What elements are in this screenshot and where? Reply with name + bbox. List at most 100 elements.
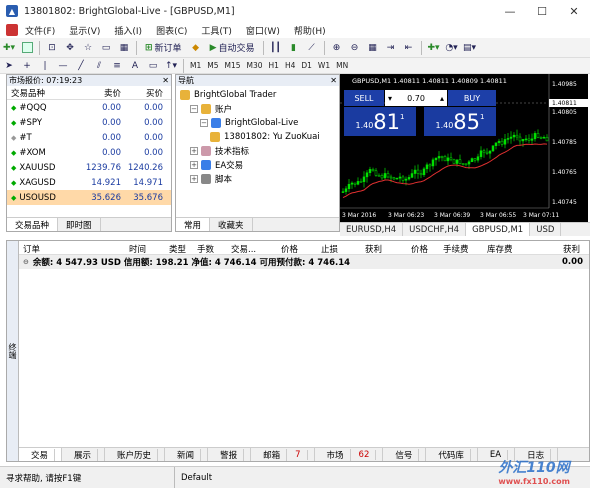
- expand-icon[interactable]: +: [190, 175, 198, 183]
- terminal-tab[interactable]: 展示: [62, 448, 106, 461]
- ask-column-header[interactable]: 买价: [125, 87, 167, 99]
- terminal-icon[interactable]: ▭: [99, 40, 113, 55]
- terminal-tab[interactable]: 警报: [208, 448, 252, 461]
- col-profit[interactable]: 获利: [563, 243, 580, 255]
- timeframe-m1[interactable]: M1: [187, 61, 204, 70]
- collapse-icon[interactable]: −: [190, 105, 198, 113]
- label-tool-icon[interactable]: ▭: [146, 58, 160, 73]
- timeframe-d1[interactable]: D1: [298, 61, 315, 70]
- zoom-in-icon[interactable]: ⊕: [330, 40, 344, 55]
- terminal-tab[interactable]: 交易: [19, 448, 63, 461]
- buy-price-box[interactable]: 1.40 85 1: [424, 107, 496, 136]
- tab-chart-gbpusd[interactable]: GBPUSD,M1: [466, 223, 531, 236]
- symbol-column-header[interactable]: 交易品种: [7, 87, 83, 99]
- terminal-tab[interactable]: 信号: [383, 448, 427, 461]
- list-item[interactable]: ◆ XAGUSD 14.921 14.971: [7, 175, 171, 190]
- indicators-icon[interactable]: ✚▾: [427, 40, 441, 55]
- crosshair-icon[interactable]: +: [20, 58, 34, 73]
- sell-button[interactable]: SELL: [344, 90, 384, 106]
- templates-icon[interactable]: ▤▾: [463, 40, 477, 55]
- sell-price-box[interactable]: 1.40 81 1: [344, 107, 416, 136]
- zoom-out-icon[interactable]: ⊖: [348, 40, 362, 55]
- fibonacci-icon[interactable]: ≡: [110, 58, 124, 73]
- auto-scroll-icon[interactable]: ⇥: [384, 40, 398, 55]
- col-type[interactable]: 类型: [169, 243, 186, 255]
- list-item[interactable]: ◆ #QQQ 0.00 0.00: [7, 100, 171, 115]
- tester-icon[interactable]: ▦: [117, 40, 131, 55]
- expand-icon[interactable]: +: [190, 147, 198, 155]
- terminal-tab[interactable]: 账户历史: [105, 448, 166, 461]
- collapse-icon[interactable]: −: [200, 119, 208, 127]
- price-chart[interactable]: GBPUSD,M1 1.40811 1.40811 1.40809 1.4081…: [340, 74, 588, 222]
- expand-icon[interactable]: +: [190, 161, 198, 169]
- market-watch-icon[interactable]: ⊡: [45, 40, 59, 55]
- metaeditor-icon[interactable]: ◆: [189, 40, 203, 55]
- tab-common[interactable]: 常用: [176, 218, 211, 231]
- list-item[interactable]: ◆ #SPY 0.00 0.00: [7, 115, 171, 130]
- bar-chart-icon[interactable]: ┃┃: [269, 40, 283, 55]
- tree-item[interactable]: + 技术指标: [180, 144, 339, 158]
- col-lots[interactable]: 手数: [197, 243, 214, 255]
- terminal-tab[interactable]: 邮箱 7: [251, 448, 315, 461]
- close-icon[interactable]: ✕: [162, 76, 171, 85]
- tab-favorites[interactable]: 收藏夹: [210, 218, 253, 231]
- col-commission[interactable]: 手续费: [443, 243, 469, 255]
- tab-tick-chart[interactable]: 即时图: [58, 218, 101, 231]
- cursor-icon[interactable]: ➤: [2, 58, 16, 73]
- terminal-tab[interactable]: 市场 62: [315, 448, 384, 461]
- minimize-button[interactable]: —: [494, 0, 526, 22]
- lot-down-icon[interactable]: ▾: [388, 94, 392, 103]
- new-order-button[interactable]: ⊞ 新订单: [142, 40, 185, 55]
- lot-size-input[interactable]: ▾ 0.70 ▴: [385, 90, 447, 106]
- tree-item[interactable]: 13801802: Yu ZuoKuai: [180, 130, 339, 144]
- menu-file[interactable]: 文件(F): [18, 24, 62, 37]
- close-button[interactable]: ✕: [558, 0, 590, 22]
- auto-trading-button[interactable]: ▶ 自动交易: [207, 40, 258, 55]
- col-tp[interactable]: 获利: [365, 243, 382, 255]
- col-time[interactable]: 时间: [129, 243, 146, 255]
- timeframe-mn[interactable]: MN: [333, 61, 351, 70]
- col-order[interactable]: 订单: [23, 243, 40, 255]
- list-item[interactable]: ◆ #XOM 0.00 0.00: [7, 145, 171, 160]
- tree-item[interactable]: + 脚本: [180, 172, 339, 186]
- buy-button[interactable]: BUY: [448, 90, 496, 106]
- arrows-tool-icon[interactable]: ↑▾: [164, 58, 178, 73]
- timeframe-h1[interactable]: H1: [266, 61, 282, 70]
- bid-column-header[interactable]: 卖价: [83, 87, 125, 99]
- list-item[interactable]: ◆ XAUUSD 1239.76 1240.26: [7, 160, 171, 175]
- menu-view[interactable]: 显示(V): [62, 24, 107, 37]
- data-window-icon[interactable]: ✥: [63, 40, 77, 55]
- timeframe-m5[interactable]: M5: [204, 61, 221, 70]
- timeframe-m30[interactable]: M30: [244, 61, 266, 70]
- lot-up-icon[interactable]: ▴: [440, 94, 444, 103]
- terminal-tab[interactable]: 新闻: [165, 448, 209, 461]
- navigator-icon[interactable]: ☆: [81, 40, 95, 55]
- tree-item[interactable]: + EA交易: [180, 158, 339, 172]
- timeframe-m15[interactable]: M15: [222, 61, 244, 70]
- tab-chart-eurusd[interactable]: EURUSD,H4: [340, 223, 404, 236]
- col-sl[interactable]: 止损: [321, 243, 338, 255]
- vertical-line-icon[interactable]: |: [38, 58, 52, 73]
- maximize-button[interactable]: ☐: [526, 0, 558, 22]
- col-symbol[interactable]: 交易...: [231, 243, 256, 255]
- menu-help[interactable]: 帮助(H): [287, 24, 333, 37]
- line-chart-icon[interactable]: ⟋: [305, 40, 319, 55]
- list-item[interactable]: ◆ USOUSD 35.626 35.676: [7, 190, 171, 205]
- tile-windows-icon[interactable]: ▦: [366, 40, 380, 55]
- horizontal-line-icon[interactable]: —: [56, 58, 70, 73]
- timeframe-h4[interactable]: H4: [282, 61, 298, 70]
- tab-chart-usd[interactable]: USD: [530, 223, 562, 236]
- chart-shift-icon[interactable]: ⇤: [402, 40, 416, 55]
- menu-chart[interactable]: 图表(C): [149, 24, 194, 37]
- col-price-current[interactable]: 价格: [411, 243, 428, 255]
- tab-chart-usdchf[interactable]: USDCHF,H4: [403, 223, 467, 236]
- list-item[interactable]: ◆ #T 0.00 0.00: [7, 130, 171, 145]
- trendline-icon[interactable]: ╱: [74, 58, 88, 73]
- col-price[interactable]: 价格: [281, 243, 298, 255]
- candle-chart-icon[interactable]: ▮: [287, 40, 301, 55]
- menu-tools[interactable]: 工具(T): [194, 24, 239, 37]
- menu-window[interactable]: 窗口(W): [239, 24, 287, 37]
- tab-symbols[interactable]: 交易品种: [7, 218, 59, 231]
- tree-item[interactable]: − 账户: [180, 102, 339, 116]
- tree-item[interactable]: − BrightGlobal-Live: [180, 116, 339, 130]
